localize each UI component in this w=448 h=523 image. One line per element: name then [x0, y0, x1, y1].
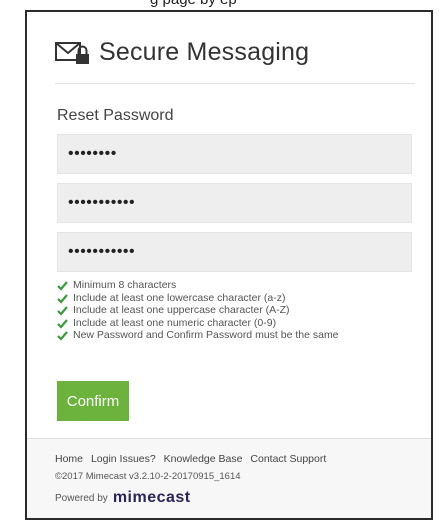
password-rule: Minimum 8 characters: [57, 279, 397, 292]
current-password-field[interactable]: ••••••••: [57, 134, 412, 174]
header: Secure Messaging: [55, 38, 309, 67]
copyright-text: ©2017 Mimecast v3.2.10-2-20170915_1614: [55, 471, 241, 482]
contact-support-link[interactable]: Contact Support: [250, 453, 326, 465]
section-title: Reset Password: [57, 107, 174, 124]
confirm-password-field[interactable]: •••••••••••: [57, 232, 412, 272]
page-title: Secure Messaging: [99, 38, 310, 66]
cropped-caption-text: g page by ep: [150, 0, 237, 8]
new-password-field[interactable]: •••••••••••: [57, 183, 412, 223]
password-rules-list: Minimum 8 characters Include at least on…: [57, 279, 397, 342]
password-rule: Include at least one lowercase character…: [57, 292, 397, 305]
knowledge-base-link[interactable]: Knowledge Base: [164, 453, 243, 465]
top-cropped-caption: g page by ep: [0, 0, 448, 10]
footer-links: Home Login Issues? Knowledge Base Contac…: [55, 453, 331, 465]
confirm-button[interactable]: Confirm: [57, 381, 129, 421]
powered-by-label: Powered by: [55, 492, 108, 504]
header-divider: [55, 83, 415, 84]
password-rule-text: New Password and Confirm Password must b…: [73, 329, 339, 341]
password-rule-text: Minimum 8 characters: [73, 279, 177, 291]
password-rule: Include at least one uppercase character…: [57, 304, 397, 317]
check-icon: [57, 331, 68, 341]
powered-by: Powered by mimecast: [55, 489, 191, 507]
envelope-lock-icon: [55, 41, 89, 64]
check-icon: [57, 281, 68, 291]
reset-password-card: Secure Messaging Reset Password ••••••••…: [25, 10, 433, 520]
footer: Home Login Issues? Knowledge Base Contac…: [27, 439, 431, 518]
password-rule-text: Include at least one numeric character (…: [73, 316, 277, 329]
login-issues-link[interactable]: Login Issues?: [91, 453, 156, 465]
check-icon: [57, 306, 68, 316]
password-rule: Include at least one numeric character (…: [57, 317, 397, 330]
password-rule: New Password and Confirm Password must b…: [57, 329, 397, 342]
check-icon: [57, 318, 68, 329]
password-rule-text: Include at least one uppercase character…: [73, 304, 290, 316]
password-rule-text: Include at least one lowercase character…: [73, 291, 286, 304]
check-icon: [57, 293, 68, 304]
home-link[interactable]: Home: [55, 453, 83, 465]
mimecast-logo: mimecast: [112, 489, 191, 506]
